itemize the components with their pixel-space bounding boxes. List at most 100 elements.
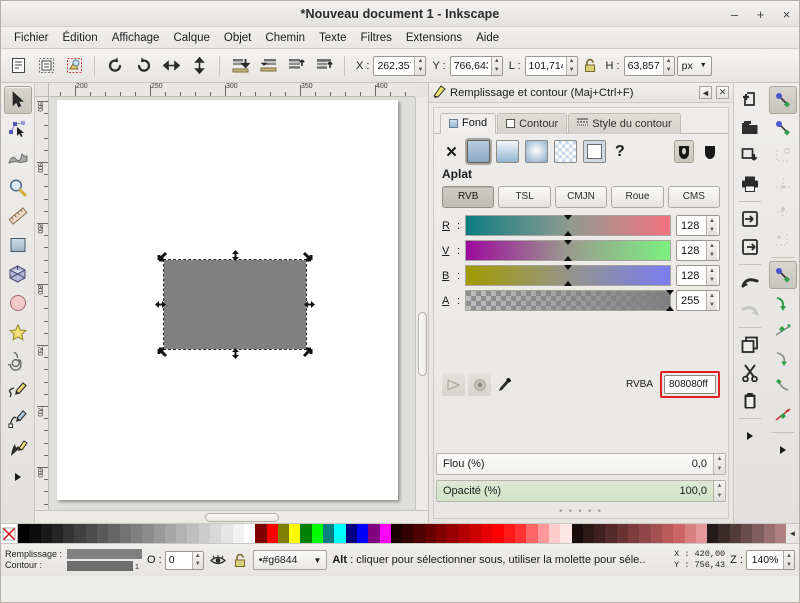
- handle-bottom-right[interactable]: [302, 345, 315, 358]
- palette-swatch[interactable]: [390, 524, 403, 543]
- export-icon[interactable]: [736, 233, 764, 261]
- palette-swatch[interactable]: [402, 524, 414, 543]
- mode-roue[interactable]: Roue: [611, 186, 664, 208]
- rectangle-tool[interactable]: [4, 231, 32, 259]
- channel-value-r[interactable]: [677, 216, 706, 235]
- pencil-tool[interactable]: [4, 376, 32, 404]
- channel-slider-r[interactable]: [465, 215, 671, 236]
- palette-swatch[interactable]: [368, 524, 380, 543]
- palette-swatch[interactable]: [345, 524, 357, 543]
- snap-cusp-nodes-icon[interactable]: [769, 345, 797, 373]
- palette-swatch[interactable]: [695, 524, 708, 543]
- panel-collapse-button[interactable]: ◄: [699, 86, 712, 99]
- menu-extensions[interactable]: Extensions: [399, 30, 469, 46]
- palette-swatch[interactable]: [153, 524, 165, 543]
- palette-swatch[interactable]: [774, 524, 787, 543]
- palette-swatch[interactable]: [628, 524, 640, 543]
- channel-a-spinner[interactable]: ▲ ▼: [706, 291, 717, 310]
- swatch-button[interactable]: [583, 140, 606, 163]
- snap-path-intersections-icon[interactable]: [769, 317, 797, 345]
- palette-swatch[interactable]: [741, 524, 753, 543]
- select-all-icon[interactable]: [5, 53, 31, 79]
- visibility-icon[interactable]: [209, 554, 227, 567]
- x-input[interactable]: [374, 56, 415, 75]
- tweak-tool[interactable]: [4, 144, 32, 172]
- zoom-tool[interactable]: [4, 173, 32, 201]
- palette-swatch[interactable]: [18, 524, 30, 543]
- opacity-spinner[interactable]: ▲ ▼: [713, 481, 725, 501]
- bezier-tool[interactable]: [4, 405, 32, 433]
- handle-bottom-center[interactable]: [229, 347, 242, 360]
- snap-paths-icon[interactable]: [769, 289, 797, 317]
- palette-swatch[interactable]: [311, 524, 324, 543]
- minimize-icon[interactable]: –: [728, 8, 741, 21]
- palette-swatch[interactable]: [40, 524, 52, 543]
- palette-swatch[interactable]: [469, 524, 482, 543]
- rgba-input[interactable]: [664, 375, 716, 394]
- palette-swatch[interactable]: [537, 524, 549, 543]
- unknown-paint-button[interactable]: ?: [615, 143, 625, 161]
- palette-swatch[interactable]: [718, 524, 730, 543]
- duplicate-node-icon[interactable]: [768, 86, 797, 114]
- width-input[interactable]: [525, 56, 566, 75]
- select-all-layers-icon[interactable]: [33, 53, 59, 79]
- copy-icon[interactable]: [736, 331, 764, 359]
- palette-swatch[interactable]: [560, 524, 572, 543]
- palette-swatch[interactable]: [243, 524, 256, 543]
- palette-swatch[interactable]: [63, 524, 75, 543]
- mode-tsl[interactable]: TSL: [498, 186, 551, 208]
- print-icon[interactable]: [736, 170, 764, 198]
- width-spinner[interactable]: ▲ ▼: [565, 56, 577, 75]
- palette-swatch[interactable]: [571, 524, 583, 543]
- palette-swatch[interactable]: [300, 524, 312, 543]
- palette-swatch[interactable]: [97, 524, 109, 543]
- rotate-cw-icon[interactable]: [130, 53, 156, 79]
- channel-slider-v[interactable]: [465, 240, 671, 261]
- horizontal-ruler[interactable]: 200 250 300 350 400: [49, 83, 415, 97]
- palette-swatch[interactable]: [210, 524, 222, 543]
- x-spinner[interactable]: ▲ ▼: [414, 56, 426, 75]
- palette-swatch[interactable]: [616, 524, 629, 543]
- palette-swatch[interactable]: [85, 524, 98, 543]
- horizontal-scroll-thumb[interactable]: [205, 513, 279, 522]
- nonzero-fill-rule-button[interactable]: [700, 140, 720, 163]
- mode-cmjn[interactable]: CMJN: [554, 186, 608, 208]
- palette-swatch[interactable]: [379, 524, 391, 543]
- palette-swatch[interactable]: [164, 524, 177, 543]
- zoom-spinner[interactable]: ▲ ▼: [783, 551, 794, 569]
- channel-v-spinner[interactable]: ▲ ▼: [706, 241, 717, 260]
- deselect-icon[interactable]: [61, 53, 87, 79]
- channel-value-v-field[interactable]: ▲▼: [676, 240, 720, 261]
- cut-icon[interactable]: [736, 359, 764, 387]
- close-icon[interactable]: ×: [780, 8, 793, 21]
- palette-swatch[interactable]: [447, 524, 459, 543]
- palette-swatch[interactable]: [492, 524, 504, 543]
- horizontal-scrollbar[interactable]: [35, 510, 428, 523]
- palette-swatch[interactable]: [176, 524, 188, 543]
- palette-swatch[interactable]: [661, 524, 674, 543]
- tab-contour[interactable]: Contour: [497, 113, 568, 134]
- palette-swatch[interactable]: [277, 524, 290, 543]
- measure-tool[interactable]: [4, 202, 32, 230]
- channel-value-b[interactable]: [677, 266, 706, 285]
- palette-swatch[interactable]: [673, 524, 685, 543]
- palette-swatch[interactable]: [187, 524, 199, 543]
- panel-close-button[interactable]: ✕: [716, 86, 729, 99]
- palette-swatch[interactable]: [763, 524, 775, 543]
- snap-smooth-nodes-icon[interactable]: [769, 373, 797, 401]
- status-opacity-input[interactable]: [165, 551, 192, 569]
- units-select[interactable]: px ▼: [676, 55, 712, 76]
- import-icon[interactable]: [736, 205, 764, 233]
- palette-swatch[interactable]: [526, 524, 538, 543]
- channel-value-a[interactable]: [677, 291, 706, 310]
- palette-swatch[interactable]: [323, 524, 335, 543]
- flip-vertical-icon[interactable]: [186, 53, 212, 79]
- palette-swatch[interactable]: [435, 524, 448, 543]
- vertical-scroll-thumb[interactable]: [418, 312, 427, 376]
- handle-bottom-left[interactable]: [155, 345, 168, 358]
- snap-bounding-box-icon[interactable]: [769, 114, 797, 142]
- palette-swatch[interactable]: [729, 524, 741, 543]
- y-field[interactable]: ▲▼: [449, 55, 503, 76]
- palette-swatch[interactable]: [119, 524, 131, 543]
- channel-value-a-field[interactable]: ▲▼: [676, 290, 720, 311]
